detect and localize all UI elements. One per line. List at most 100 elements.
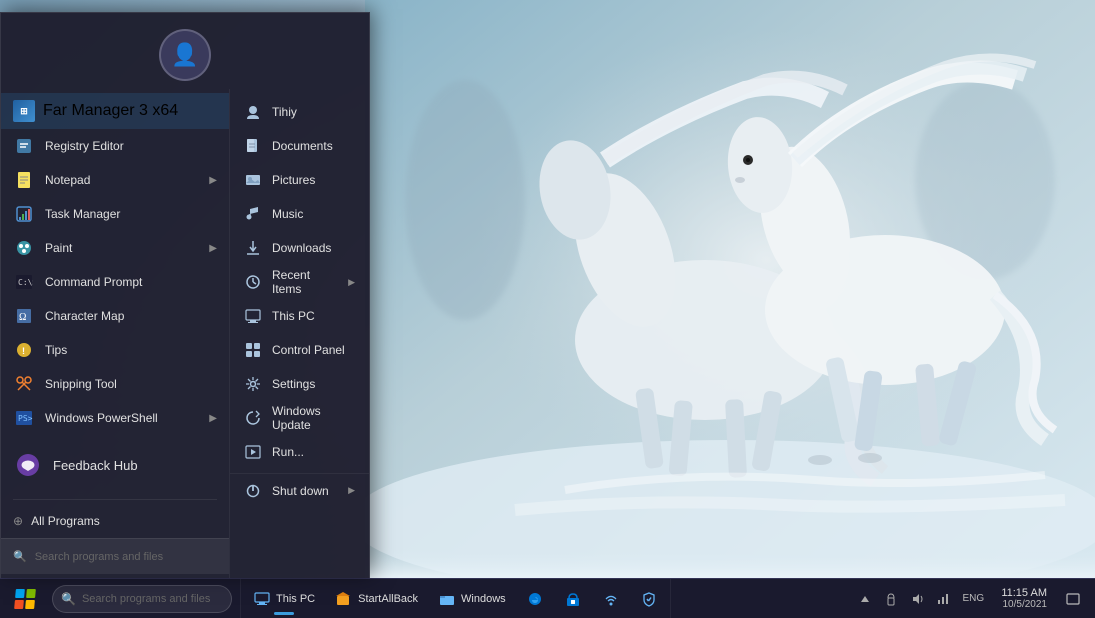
svg-text:C:\>: C:\> bbox=[18, 278, 33, 287]
powershell-icon: PS> bbox=[13, 407, 35, 429]
control-panel-label: Control Panel bbox=[272, 343, 345, 357]
windows-update-icon bbox=[244, 409, 262, 427]
shutdown-chevron: ▶ bbox=[348, 485, 355, 496]
tray-chevron[interactable] bbox=[853, 583, 877, 615]
tray-volume-icon[interactable] bbox=[905, 583, 929, 615]
shutdown-item[interactable]: Shut down ▶ bbox=[230, 473, 369, 507]
run-label: Run... bbox=[272, 445, 304, 459]
taskbar-security[interactable] bbox=[632, 581, 666, 617]
pictures-icon bbox=[244, 171, 262, 189]
windows-update-label: Windows Update bbox=[272, 404, 355, 432]
clock-time: 11:15 AM bbox=[1001, 587, 1047, 599]
character-map-icon: Ω bbox=[13, 305, 35, 327]
taskbar-startallback[interactable]: StartAllBack bbox=[327, 581, 426, 617]
start-user-section: 👤 bbox=[1, 13, 369, 89]
taskbar-wifi[interactable] bbox=[594, 581, 628, 617]
recent-items-item[interactable]: Recent Items ▶ bbox=[230, 265, 369, 299]
taskbar-search[interactable]: 🔍 Search programs and files bbox=[52, 585, 232, 613]
system-tray: ENG bbox=[853, 583, 989, 615]
this-pc-right-item[interactable]: This PC bbox=[230, 299, 369, 333]
search-icon: 🔍 bbox=[13, 550, 27, 563]
all-programs-label: All Programs bbox=[31, 514, 100, 528]
settings-label: Settings bbox=[272, 377, 315, 391]
tihiy-label: Tihiy bbox=[272, 105, 297, 119]
desktop-wallpaper bbox=[365, 0, 1095, 578]
taskbar-windows[interactable]: Windows bbox=[430, 581, 514, 617]
downloads-icon bbox=[244, 239, 262, 257]
windows-logo bbox=[14, 589, 36, 609]
edge-icon bbox=[526, 590, 544, 608]
tray-lang[interactable]: ENG bbox=[957, 583, 989, 615]
notepad-chevron: ▶ bbox=[209, 175, 217, 186]
security-icon bbox=[640, 590, 658, 608]
snipping-tool-label: Snipping Tool bbox=[45, 377, 117, 391]
powershell-item[interactable]: PS> Windows PowerShell ▶ bbox=[1, 401, 229, 435]
notification-button[interactable] bbox=[1059, 583, 1087, 615]
user-avatar[interactable]: 👤 bbox=[159, 29, 211, 81]
this-pc-right-icon bbox=[244, 307, 262, 325]
powershell-label: Windows PowerShell bbox=[45, 411, 158, 425]
tray-network-icon[interactable] bbox=[931, 583, 955, 615]
feedback-hub-icon bbox=[13, 450, 43, 480]
recent-items-label: Recent Items bbox=[272, 268, 338, 296]
start-search-bar[interactable]: 🔍 Search programs and files bbox=[1, 538, 229, 574]
snipping-tool-item[interactable]: Snipping Tool bbox=[1, 367, 229, 401]
all-programs-item[interactable]: ⊕ All Programs bbox=[1, 504, 229, 538]
character-map-label: Character Map bbox=[45, 309, 124, 323]
recent-items-icon bbox=[244, 273, 262, 291]
far-manager-icon: ⊞ bbox=[13, 100, 35, 122]
taskbar-edge[interactable] bbox=[518, 581, 552, 617]
control-panel-item[interactable]: Control Panel bbox=[230, 333, 369, 367]
documents-icon bbox=[244, 137, 262, 155]
this-pc-taskbar-icon bbox=[253, 590, 271, 608]
start-button[interactable] bbox=[4, 581, 46, 617]
pictures-item[interactable]: Pictures bbox=[230, 163, 369, 197]
paint-item[interactable]: Paint ▶ bbox=[1, 231, 229, 265]
command-prompt-icon: C:\> bbox=[13, 271, 35, 293]
svg-text:PS>: PS> bbox=[18, 414, 33, 423]
powershell-chevron: ▶ bbox=[209, 413, 217, 424]
wifi-icon bbox=[602, 590, 620, 608]
command-prompt-item[interactable]: C:\> Command Prompt bbox=[1, 265, 229, 299]
windows-update-item[interactable]: Windows Update bbox=[230, 401, 369, 435]
documents-item[interactable]: Documents bbox=[230, 129, 369, 163]
task-manager-item[interactable]: Task Manager bbox=[1, 197, 229, 231]
start-menu: 👤 ⊞ Far Manager 3 x64 Registry Editor bbox=[0, 12, 370, 578]
tihiy-item[interactable]: Tihiy bbox=[230, 95, 369, 129]
paint-chevron: ▶ bbox=[209, 243, 217, 254]
store-icon bbox=[564, 590, 582, 608]
notepad-item[interactable]: Notepad ▶ bbox=[1, 163, 229, 197]
startallback-label: StartAllBack bbox=[358, 593, 418, 605]
far-manager-label: Far Manager 3 x64 bbox=[43, 102, 178, 120]
control-panel-icon bbox=[244, 341, 262, 359]
far-manager-item[interactable]: ⊞ Far Manager 3 x64 bbox=[1, 93, 229, 129]
feedback-hub-item[interactable]: Feedback Hub bbox=[1, 435, 229, 495]
taskbar-store[interactable] bbox=[556, 581, 590, 617]
downloads-label: Downloads bbox=[272, 241, 331, 255]
tips-icon: ! bbox=[13, 339, 35, 361]
taskbar-left: 🔍 Search programs and files bbox=[0, 579, 240, 618]
run-item[interactable]: Run... bbox=[230, 435, 369, 469]
tray-security-icon[interactable] bbox=[879, 583, 903, 615]
downloads-item[interactable]: Downloads bbox=[230, 231, 369, 265]
taskbar-clock[interactable]: 11:15 AM 10/5/2021 bbox=[993, 579, 1055, 618]
pictures-label: Pictures bbox=[272, 173, 315, 187]
tips-item[interactable]: ! Tips bbox=[1, 333, 229, 367]
lang-label: ENG bbox=[962, 593, 984, 604]
task-manager-icon bbox=[13, 203, 35, 225]
paint-label: Paint bbox=[45, 241, 72, 255]
music-item[interactable]: Music bbox=[230, 197, 369, 231]
taskbar: 🔍 Search programs and files This PC Star… bbox=[0, 578, 1095, 618]
registry-editor-item[interactable]: Registry Editor bbox=[1, 129, 229, 163]
taskbar-search-icon: 🔍 bbox=[61, 592, 76, 606]
taskbar-this-pc[interactable]: This PC bbox=[245, 581, 323, 617]
command-prompt-label: Command Prompt bbox=[45, 275, 142, 289]
svg-text:!: ! bbox=[22, 346, 25, 356]
separator-1 bbox=[13, 499, 217, 500]
windows-label: Windows bbox=[461, 593, 506, 605]
run-icon bbox=[244, 443, 262, 461]
windows-folder-icon bbox=[438, 590, 456, 608]
character-map-item[interactable]: Ω Character Map bbox=[1, 299, 229, 333]
settings-item[interactable]: Settings bbox=[230, 367, 369, 401]
notepad-label: Notepad bbox=[45, 173, 90, 187]
